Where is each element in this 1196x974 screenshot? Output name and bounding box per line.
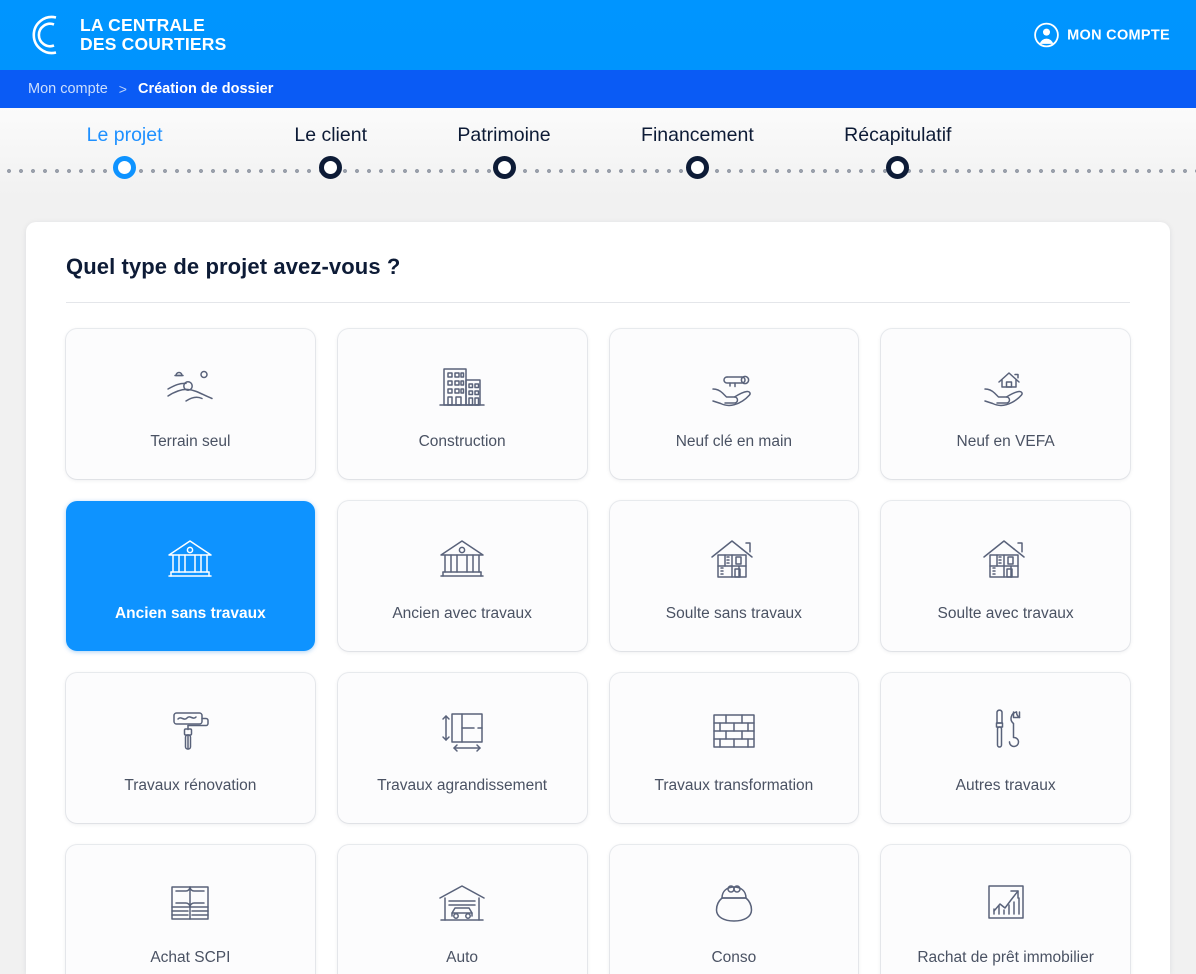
project-type-tile-label: Soulte sans travaux [665, 604, 802, 622]
coin-purse-icon [709, 874, 759, 932]
project-type-tile[interactable]: Auto [337, 845, 587, 974]
project-type-tile-label: Rachat de prêt immobilier [917, 948, 1094, 966]
landscape-land-icon [162, 358, 218, 416]
split-house-icon [708, 530, 760, 588]
stepper-item-dot[interactable] [319, 156, 343, 179]
stepper-item-label: Patrimoine [457, 124, 551, 146]
progress-stepper: Le projet Le client Patrimoine Financement R… [0, 108, 1196, 196]
brand-line-1: LA CENTRALE [80, 15, 206, 35]
floorplan-measure-icon [434, 702, 490, 760]
stepper-item-dot[interactable] [492, 156, 516, 179]
stepper-item-dot[interactable] [113, 156, 137, 179]
brand-logo-block[interactable]: LA CENTRALE DES COURTIERS [26, 12, 227, 58]
stepper-item-label: Le client [294, 124, 367, 146]
split-house-icon [980, 530, 1032, 588]
project-type-tile[interactable]: Ancien avec travaux [337, 501, 587, 651]
project-type-grid: Terrain seul Construction Neuf clé en main… [66, 329, 1130, 974]
bank-columns-icon [162, 530, 218, 588]
project-type-tile[interactable]: Construction [337, 329, 587, 479]
project-type-tile-label: Neuf en VEFA [956, 432, 1055, 450]
project-type-tile[interactable]: Conso [609, 845, 859, 974]
project-type-tile[interactable]: Achat SCPI [66, 845, 315, 974]
stepper-item-3[interactable]: Patrimoine [412, 108, 596, 196]
project-type-tile-label: Travaux transformation [654, 776, 814, 794]
account-button[interactable]: MON COMPTE [1034, 22, 1170, 48]
stepper-trailing-space [997, 108, 1196, 196]
project-type-tile[interactable]: Terrain seul [66, 329, 315, 479]
project-type-tile[interactable]: Neuf clé en main [609, 329, 859, 479]
stepper-item-2[interactable]: Le client [249, 108, 412, 196]
stepper-item-label: Le projet [86, 124, 163, 146]
project-type-tile-label: Soulte avec travaux [937, 604, 1074, 622]
stepper-item-label: Récapitulatif [844, 124, 952, 146]
brand-name: LA CENTRALE DES COURTIERS [80, 16, 227, 54]
project-type-tile[interactable]: Rachat de prêt immobilier [881, 845, 1130, 974]
project-type-tile-label: Travaux rénovation [124, 776, 257, 794]
brick-wall-icon [708, 702, 760, 760]
project-type-tile[interactable]: Autres travaux [881, 673, 1130, 823]
banknote-icon [164, 874, 216, 932]
breadcrumb-parent-link[interactable]: Mon compte [28, 81, 108, 97]
project-type-tile-label: Auto [446, 948, 479, 966]
user-avatar-icon [1034, 22, 1059, 48]
breadcrumb: Mon compte > Création de dossier [0, 70, 1196, 108]
project-type-tile-label: Achat SCPI [150, 948, 231, 966]
project-type-tile-label: Ancien avec travaux [392, 604, 532, 622]
account-label: MON COMPTE [1067, 27, 1170, 43]
breadcrumb-current: Création de dossier [137, 81, 274, 97]
page-title: Quel type de projet avez-vous ? [66, 254, 401, 279]
double-c-logo-icon [26, 12, 70, 58]
project-type-tile-label: Neuf clé en main [675, 432, 793, 450]
brand-line-2: DES COURTIERS [80, 34, 227, 54]
app-header: LA CENTRALE DES COURTIERS MON COMPTE [0, 0, 1196, 70]
project-type-tile[interactable]: Soulte sans travaux [609, 501, 859, 651]
breadcrumb-separator-icon: > [118, 81, 127, 97]
project-type-tile-label: Terrain seul [150, 432, 231, 450]
buildings-icon [434, 358, 490, 416]
stepper-item-label: Financement [641, 124, 754, 146]
bank-columns-icon [434, 530, 490, 588]
hand-holding-house-icon [977, 358, 1035, 416]
project-type-card: Quel type de projet avez-vous ? Terrain … [26, 222, 1170, 974]
growth-chart-icon [982, 874, 1030, 932]
project-type-tile[interactable]: Travaux agrandissement [337, 673, 587, 823]
stepper-item-5[interactable]: Récapitulatif [799, 108, 997, 196]
garage-car-icon [436, 874, 488, 932]
project-type-tile[interactable]: Travaux transformation [609, 673, 859, 823]
screwdriver-wrench-icon [983, 702, 1029, 760]
stepper-item-dot[interactable] [886, 156, 910, 179]
project-type-tile-label: Conso [711, 948, 757, 966]
stepper-item-4[interactable]: Financement [596, 108, 799, 196]
project-type-tile[interactable]: Travaux rénovation [66, 673, 315, 823]
stepper-item-1[interactable]: Le projet [0, 108, 249, 196]
paint-roller-icon [166, 702, 214, 760]
title-divider [66, 302, 1130, 303]
project-type-tile[interactable]: Ancien sans travaux [66, 501, 315, 651]
project-type-tile-label: Travaux agrandissement [377, 776, 548, 794]
hand-holding-key-icon [705, 358, 763, 416]
project-type-tile-label: Construction [418, 432, 506, 450]
project-type-tile-label: Autres travaux [955, 776, 1056, 794]
stepper-item-dot[interactable] [685, 156, 709, 179]
project-type-tile[interactable]: Soulte avec travaux [881, 501, 1130, 651]
project-type-tile-label: Ancien sans travaux [114, 604, 266, 622]
project-type-tile[interactable]: Neuf en VEFA [881, 329, 1130, 479]
